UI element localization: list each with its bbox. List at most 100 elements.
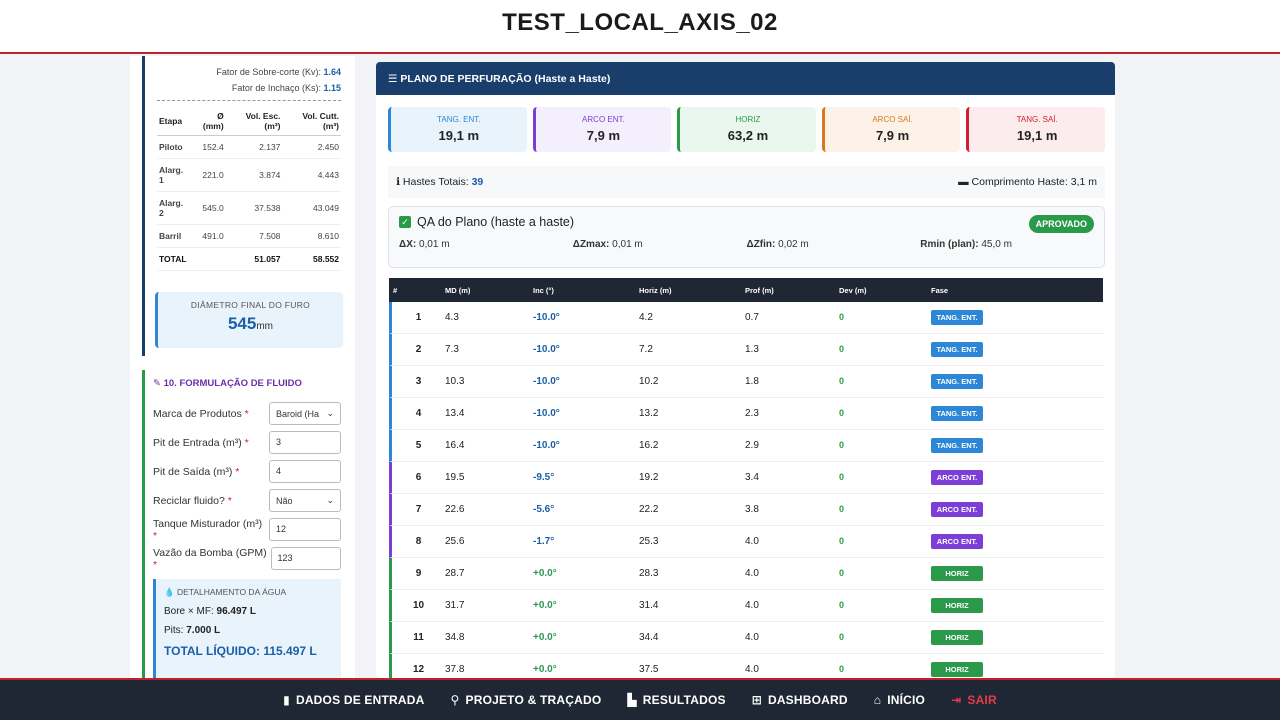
table-cell: 25.3	[639, 536, 659, 547]
inclination-cell: -10.0°	[533, 408, 560, 419]
table-cell: 19.2	[639, 472, 659, 483]
qa-metrics: ΔX: 0,01 m ΔZmax: 0,01 m ΔZfin: 0,02 m Rmin…	[399, 239, 1094, 250]
table-cell: 7	[415, 504, 422, 515]
nav-file[interactable]: ▮ DADOS DE ENTRADA	[283, 693, 424, 707]
phase-name: ARCO ENT.	[582, 115, 625, 124]
plan-heading: ☰ PLANO DE PERFURAÇÃO (Haste a Haste)	[376, 62, 1115, 95]
nav-chart[interactable]: ▙ RESULTADOS	[627, 693, 725, 707]
qa-card: ✓ QA do Plano (haste a haste) APROVADO ΔX…	[388, 206, 1105, 268]
table-cell: 25.6	[445, 536, 465, 547]
table-row: Alarg. 1 221.0 3.874 4.443	[157, 158, 341, 192]
table-cell: 4	[415, 408, 422, 419]
phase-tag: TANG. ENT.	[931, 438, 1101, 453]
table-cell: 37.5	[639, 664, 659, 675]
table-cell: 34.4	[639, 632, 659, 643]
table-cell: 31.7	[445, 600, 465, 611]
nav-home[interactable]: ⌂ INÍCIO	[874, 693, 925, 707]
table-cell: 4.2	[639, 312, 653, 323]
col-header: Etapa	[157, 107, 193, 136]
col-header: Dev (m)	[839, 285, 867, 295]
inclination-cell: -5.6°	[533, 504, 555, 515]
diameter-value: 545mm	[227, 314, 274, 333]
deviation-cell: 0	[839, 536, 845, 546]
phase-tag: ARCO ENT.	[931, 470, 1101, 485]
phase-name: ARCO SAÍ.	[872, 115, 913, 124]
select-field[interactable]: Não ⌄	[269, 489, 341, 512]
table-cell: 5	[415, 440, 422, 451]
col-header: Prof (m)	[745, 285, 774, 295]
inclination-cell: -10.0°	[533, 440, 560, 451]
volume-table: Etapa Ø (mm) Vol. Esc. (m³) Vol. Cutt. (…	[157, 107, 341, 271]
table-row: 9 28.7 +0.0° 28.3 4.0 0 HORIZ	[389, 558, 1103, 590]
table-cell: 22.2	[639, 504, 659, 515]
table-cell: 9	[415, 568, 422, 579]
col-header: Ø (mm)	[192, 107, 226, 136]
drilling-plan-panel: ☰ PLANO DE PERFURAÇÃO (Haste a Haste) TA…	[376, 62, 1115, 678]
header: TEST_LOCAL_AXIS_02	[0, 0, 1280, 54]
table-row: 2 7.3 -10.0° 7.2 1.3 0 TANG. ENT.	[389, 334, 1103, 366]
field-label: Vazão da Bomba (GPM) *	[153, 546, 267, 571]
phase-value: 7,9 m	[586, 128, 621, 143]
home-icon: ⌂	[873, 693, 882, 707]
table-cell: 12	[412, 664, 425, 675]
nav-label: RESULTADOS	[642, 693, 726, 707]
col-header: #	[393, 285, 398, 295]
col-header: Inc (°)	[533, 285, 554, 295]
field-label: Pit de Entrada (m³) *	[153, 436, 249, 449]
phase-tag: TANG. ENT.	[931, 342, 1101, 357]
table-cell: 4.0	[745, 632, 759, 643]
phase-tag: HORIZ	[931, 598, 1101, 613]
pits-row: Pits: 7.000 L	[164, 625, 221, 636]
fluid-field-row: Reciclar fluido? * Não ⌄	[153, 486, 341, 515]
input-field[interactable]: 12	[269, 518, 341, 541]
field-label: Reciclar fluido? *	[153, 494, 232, 507]
fluid-field-row: Tanque Misturador (m³) * 12	[153, 515, 341, 544]
phase-tag: ARCO ENT.	[931, 502, 1101, 517]
fluid-field-row: Pit de Saída (m³) * 4	[153, 457, 341, 486]
table-cell: 10.2	[639, 376, 659, 387]
deviation-cell: 0	[839, 600, 845, 610]
select-field[interactable]: Baroid (Ha ⌄	[269, 402, 341, 425]
rod-table: # MD (m) Inc (°) Horiz (m) Prof (m) Dev (m) Fa…	[389, 278, 1103, 678]
inclination-cell: -10.0°	[533, 312, 560, 323]
nav-exit[interactable]: ⇥ SAIR	[951, 693, 997, 707]
table-row: 10 31.7 +0.0° 31.4 4.0 0 HORIZ	[389, 590, 1103, 622]
fluid-field-row: Marca de Produtos * Baroid (Ha ⌄	[153, 399, 341, 428]
table-cell: 31.4	[639, 600, 659, 611]
phase-tag: HORIZ	[931, 662, 1101, 677]
deviation-cell: 0	[839, 312, 845, 322]
deviation-cell: 0	[839, 472, 845, 482]
chevron-down-icon: ⌄	[326, 495, 334, 505]
deviation-cell: 0	[839, 632, 845, 642]
table-cell: 4.0	[745, 600, 759, 611]
phase-name: TANG. SAÍ.	[1016, 115, 1058, 124]
col-header: Vol. Esc. (m³)	[225, 107, 283, 136]
phase-value: 19,1 m	[438, 128, 480, 143]
table-cell: 4.0	[745, 568, 759, 579]
phase-tag: HORIZ	[931, 630, 1101, 645]
total-rods: ℹ Hastes Totais: 39	[396, 176, 484, 188]
nav-grid[interactable]: ⊞ DASHBOARD	[752, 693, 848, 707]
table-cell: 4.0	[745, 664, 759, 675]
input-field[interactable]: 123	[270, 547, 341, 570]
input-field[interactable]: 4	[269, 460, 341, 483]
table-row: Piloto 152.4 2.137 2.450	[157, 135, 341, 159]
qa-metric: Rmin (plan): 45,0 m	[920, 239, 1012, 250]
table-cell: 2.3	[745, 408, 759, 419]
qa-metric: ΔZfin: 0,02 m	[746, 239, 809, 250]
field-label: Tanque Misturador (m³) *	[153, 517, 263, 542]
fluid-field-row: Pit de Entrada (m³) * 3	[153, 428, 341, 457]
nav-compass[interactable]: ⚲ PROJETO & TRAÇADO	[451, 693, 602, 707]
left-panel: Fator de Sobre-corte (Kv): 1.64 Fator de…	[130, 56, 355, 678]
deviation-cell: 0	[839, 408, 845, 418]
table-cell: 3.4	[745, 472, 759, 483]
phase-card: ARCO SAÍ. 7,9 m	[821, 107, 961, 152]
qa-metric: ΔX: 0,01 m	[399, 239, 450, 250]
table-cell: 22.6	[445, 504, 465, 515]
phase-value: 7,9 m	[875, 128, 910, 143]
deviation-cell: 0	[839, 504, 845, 514]
input-field[interactable]: 3	[269, 431, 341, 454]
deviation-cell: 0	[839, 568, 845, 578]
table-row: 5 16.4 -10.0° 16.2 2.9 0 TANG. ENT.	[389, 430, 1103, 462]
table-cell: 13.4	[445, 408, 465, 419]
